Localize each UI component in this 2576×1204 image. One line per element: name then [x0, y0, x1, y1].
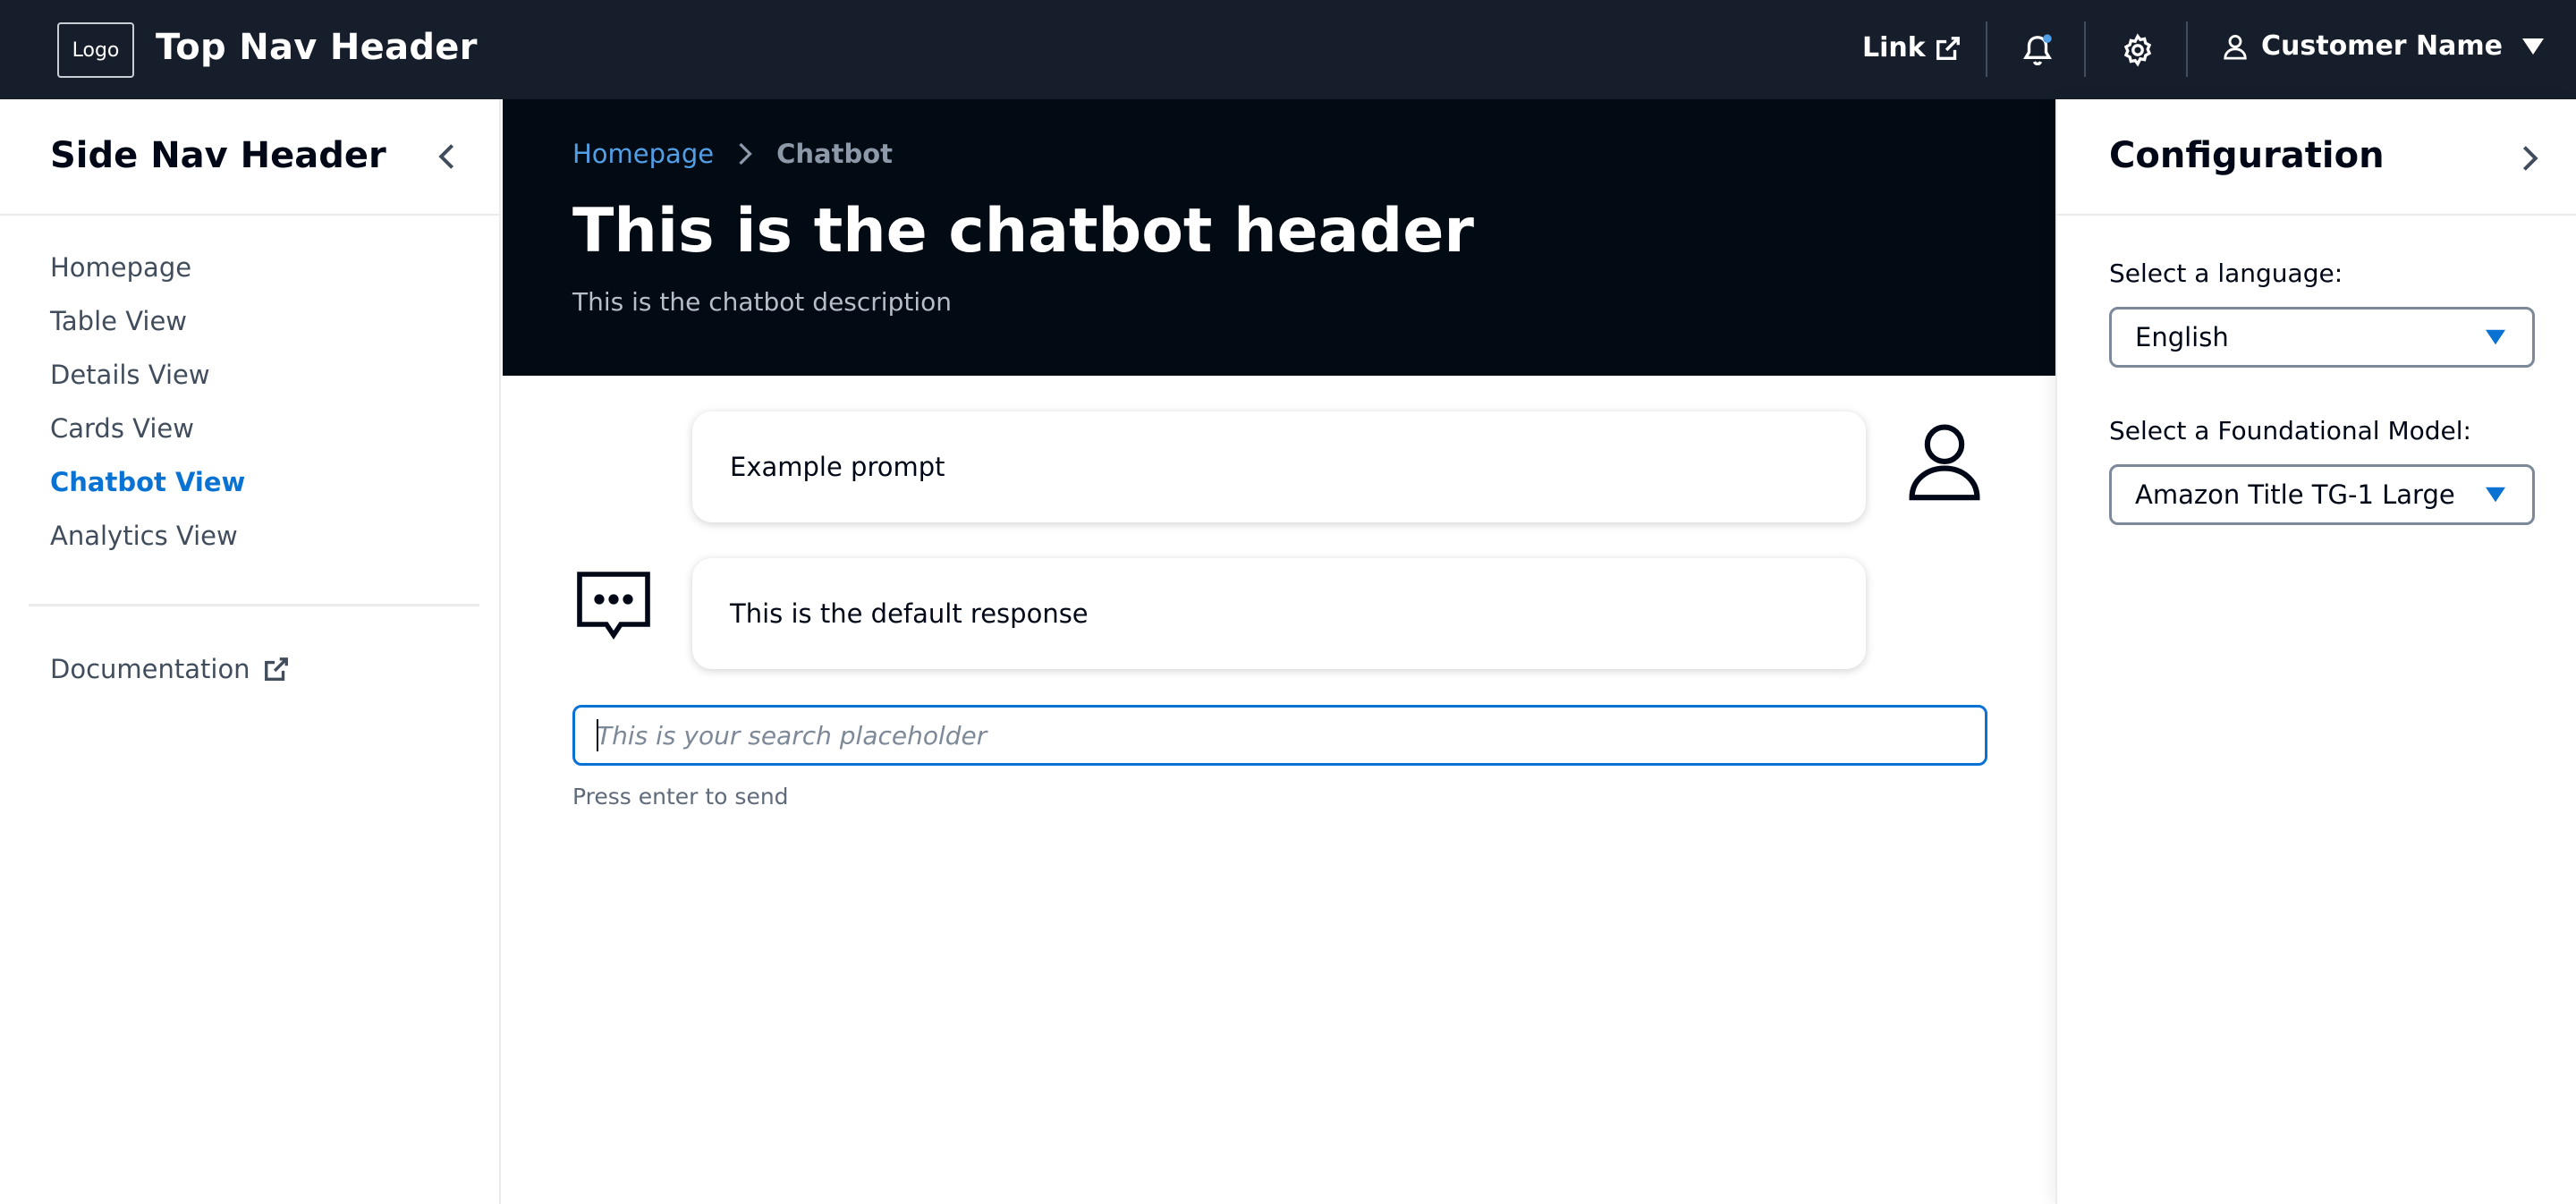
config-header: Configuration [2057, 99, 2576, 216]
page-title: This is the chatbot header [572, 196, 1474, 267]
caret-down-icon [2522, 38, 2544, 55]
side-nav-list: Homepage Table View Details View Cards V… [50, 251, 245, 573]
chat-input[interactable] [572, 705, 1987, 766]
breadcrumb-chatbot: Chatbot [776, 139, 893, 169]
user-icon [2224, 34, 2247, 60]
chevron-left-icon [438, 144, 454, 169]
language-select-value: English [2135, 322, 2229, 352]
gear-icon [2123, 33, 2152, 67]
config-title: Configuration [2109, 135, 2385, 176]
user-name: Customer Name [2261, 30, 2503, 62]
breadcrumb: Homepage Chatbot [572, 139, 893, 169]
page-header: Homepage Chatbot This is the chatbot hea… [503, 99, 2055, 376]
top-nav-divider [1986, 21, 1987, 77]
caret-down-icon [2486, 487, 2505, 503]
breadcrumb-homepage[interactable]: Homepage [572, 139, 714, 169]
main-content: Homepage Chatbot This is the chatbot hea… [503, 99, 2055, 1204]
bot-message-text: This is the default response [730, 598, 1089, 629]
external-link-icon [1936, 36, 1960, 60]
bell-icon [2023, 34, 2052, 66]
top-nav-link[interactable]: Link [1862, 32, 1962, 64]
model-select-value: Amazon Title TG-1 Large [2135, 479, 2455, 510]
side-nav-item-analytics-view[interactable]: Analytics View [50, 520, 245, 573]
chat-bubble-icon [576, 569, 651, 644]
side-nav-item-details-view[interactable]: Details View [50, 359, 245, 412]
configuration-panel: Configuration Select a language: English… [2055, 99, 2576, 1204]
documentation-label: Documentation [50, 654, 250, 684]
top-nav-divider [2186, 21, 2188, 77]
language-label: Select a language: [2109, 259, 2343, 288]
user-message-bubble: Example prompt [692, 411, 1866, 522]
notifications-button[interactable] [2018, 30, 2057, 70]
side-nav-item-cards-view[interactable]: Cards View [50, 412, 245, 466]
side-nav-item-table-view[interactable]: Table View [50, 305, 245, 359]
user-message-text: Example prompt [730, 452, 945, 482]
config-close-button[interactable] [2513, 140, 2546, 176]
model-label: Select a Foundational Model: [2109, 416, 2471, 445]
side-nav-collapse-button[interactable] [431, 139, 463, 174]
chat-area: Example prompt This is the default respo… [503, 376, 2055, 1204]
side-nav-item-chatbot-view[interactable]: Chatbot View [50, 466, 245, 520]
documentation-link[interactable]: Documentation [50, 654, 290, 684]
input-hint: Press enter to send [572, 784, 789, 810]
model-select[interactable]: Amazon Title TG-1 Large [2109, 464, 2535, 525]
settings-button[interactable] [2118, 30, 2157, 70]
top-navigation: Logo Top Nav Header Link Customer Name [0, 0, 2576, 99]
top-nav-link-label: Link [1862, 32, 1926, 64]
text-caret [597, 719, 598, 751]
side-nav-item-homepage[interactable]: Homepage [50, 251, 245, 305]
user-menu[interactable]: Customer Name [2222, 30, 2544, 62]
chevron-right-icon [2522, 146, 2538, 171]
external-link-icon [264, 657, 288, 681]
chevron-right-icon [739, 142, 752, 165]
top-nav-divider [2084, 21, 2086, 77]
side-nav-title[interactable]: Side Nav Header [50, 135, 386, 176]
logo[interactable]: Logo [57, 22, 134, 78]
caret-down-icon [2486, 329, 2505, 345]
side-navigation: Side Nav Header Homepage Table View Deta… [0, 99, 501, 1204]
page-description: This is the chatbot description [572, 287, 952, 317]
side-nav-divider [29, 604, 479, 606]
user-avatar-icon [1903, 419, 1986, 501]
top-nav-title[interactable]: Top Nav Header [156, 27, 478, 68]
side-nav-header: Side Nav Header [0, 99, 499, 216]
bot-message-bubble: This is the default response [692, 558, 1866, 669]
language-select[interactable]: English [2109, 307, 2535, 368]
